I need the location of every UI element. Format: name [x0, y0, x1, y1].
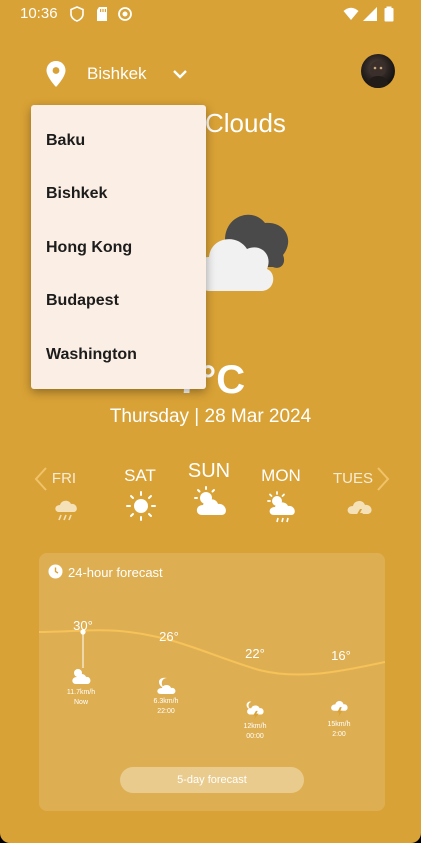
hour-temp: 30°: [73, 618, 93, 633]
sun-rain-cloud-icon: [267, 491, 295, 523]
avatar-image: [367, 61, 389, 88]
storm-cloud-icon: [347, 500, 372, 521]
shield-icon: [70, 6, 84, 22]
storm-cloud-icon: [331, 700, 348, 718]
current-date: Thursday | 28 Mar 2024: [109, 406, 312, 427]
avatar[interactable]: [361, 54, 395, 88]
sun-cloud-icon: [72, 669, 91, 684]
day-item-sun[interactable]: SUN: [180, 460, 238, 483]
hour-wind: 12km/h: [243, 723, 267, 730]
status-bar: 10:36: [0, 0, 421, 28]
night-storm-icon: [246, 701, 264, 720]
signal-icon: [363, 7, 377, 21]
hour-time: 00:00: [246, 733, 264, 740]
sun-cloud-icon: [194, 486, 226, 515]
city-option-label: Baku: [46, 132, 86, 149]
hour-wind: 6.3km/h: [153, 698, 179, 705]
day-item-fri[interactable]: FRI: [40, 470, 88, 487]
hour-temp: 16°: [331, 648, 351, 663]
sync-icon: [118, 7, 132, 21]
city-option-label: Hong Kong: [46, 239, 133, 256]
day-item-mon[interactable]: MON: [255, 466, 307, 486]
moon-cloud-icon: [157, 677, 176, 694]
cloud-icon: [195, 214, 289, 291]
city-option-label: Washington: [46, 346, 137, 363]
city-selector[interactable]: Bishkek: [87, 64, 147, 84]
hour-wind: 11.7km/h: [66, 689, 96, 696]
wifi-icon: [343, 7, 359, 20]
forecast-title: 24-hour forecast: [68, 565, 163, 580]
chevron-down-icon[interactable]: [171, 65, 189, 83]
sun-icon: [126, 491, 156, 521]
city-option-hong-kong[interactable]: Hong Kong: [31, 222, 206, 274]
location-pin-icon: [46, 61, 66, 87]
hour-time: 22:00: [157, 708, 175, 715]
rain-cloud-icon: [55, 500, 77, 521]
next-day-arrow[interactable]: [375, 466, 391, 492]
day-item-sat[interactable]: SAT: [115, 466, 165, 486]
battery-icon: [384, 6, 394, 22]
hour-temp: 26°: [159, 629, 179, 644]
five-day-forecast-button[interactable]: 5-day forecast: [120, 767, 304, 793]
weather-condition: Clouds: [205, 108, 286, 138]
sd-card-icon: [97, 7, 107, 21]
hour-time: Now: [73, 699, 89, 706]
hour-temp: 22°: [245, 646, 265, 661]
city-dropdown-menu: Baku Bishkek Hong Kong Budapest Washingt…: [31, 105, 206, 389]
city-option-label: Budapest: [46, 292, 119, 309]
weather-screen: 10:36 Bishkek Clouds 7°C Thursday | 28 M…: [0, 0, 421, 843]
city-option-bishkek[interactable]: Bishkek: [31, 168, 206, 220]
clock-icon: [48, 564, 63, 579]
city-option-baku[interactable]: Baku: [31, 115, 206, 167]
status-time: 10:36: [20, 5, 58, 22]
city-option-label: Bishkek: [46, 185, 108, 202]
city-option-budapest[interactable]: Budapest: [31, 275, 206, 327]
hour-wind: 15km/h: [327, 721, 351, 728]
day-item-tues[interactable]: TUES: [330, 470, 376, 487]
city-option-washington[interactable]: Washington: [31, 329, 206, 381]
hour-time: 2:00: [332, 731, 346, 738]
